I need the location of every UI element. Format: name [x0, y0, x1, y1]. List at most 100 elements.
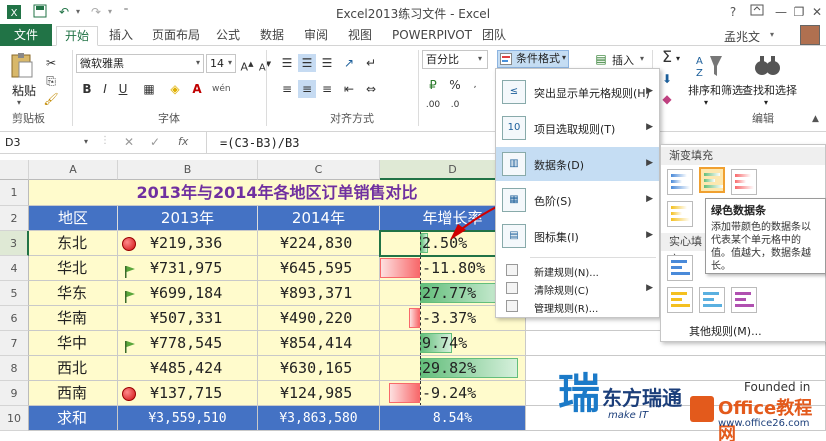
region-cell[interactable]: 西北 — [29, 356, 118, 381]
paste-button[interactable]: 粘贴 — [12, 82, 36, 99]
row-header[interactable]: 8 — [0, 356, 29, 381]
align-bottom-icon[interactable]: ☰ — [318, 54, 336, 72]
row-header[interactable]: 9 — [0, 381, 29, 406]
align-left-icon[interactable]: ≡ — [278, 80, 296, 98]
copy-icon[interactable]: ⎘ — [42, 72, 60, 90]
region-cell[interactable]: 东北 — [29, 231, 118, 256]
menu-item-data-bars[interactable]: ▥ 数据条(D) ▶ — [496, 147, 659, 181]
accounting-format-icon[interactable]: ₽ — [424, 76, 442, 94]
cut-icon[interactable]: ✂ — [42, 54, 60, 72]
region-cell[interactable]: 华中 — [29, 331, 118, 356]
row-header[interactable]: 6 — [0, 306, 29, 331]
growth-cell[interactable]: 9.74% — [380, 331, 526, 356]
tab-page-layout[interactable]: 页面布局 — [144, 26, 208, 46]
total-2014[interactable]: ¥3,863,580 — [258, 406, 380, 431]
menu-item-highlight-rules[interactable]: ≤ 突出显示单元格规则(H) ▶ — [496, 75, 659, 109]
tab-file[interactable]: 文件 — [0, 24, 53, 46]
conditional-format-dropdown-icon[interactable]: ▾ — [562, 53, 566, 62]
percent-style-button[interactable]: % — [446, 76, 464, 94]
name-box-dropdown-icon[interactable]: ▾ — [84, 137, 88, 146]
header-cell[interactable]: 地区 — [29, 206, 118, 231]
sales-2013-cell[interactable]: ¥699,184 — [118, 281, 258, 306]
merge-center-icon[interactable]: ⇔ — [362, 80, 380, 98]
total-label[interactable]: 求和 — [29, 406, 118, 431]
font-size-dropdown-icon[interactable]: ▾ — [228, 58, 232, 67]
underline-button[interactable]: U — [114, 80, 132, 98]
formula-input[interactable]: =(C3-B3)/B3 — [220, 136, 299, 150]
more-rules-item[interactable]: 其他规则(M)... — [689, 323, 762, 339]
name-box[interactable]: D3 — [2, 134, 94, 153]
solid-orange-data-bar-option[interactable] — [667, 287, 693, 313]
menu-item-clear-rules[interactable]: 清除规则(C) ▶ — [496, 279, 659, 297]
insert-cells-icon[interactable]: ▤ — [592, 50, 610, 68]
decrease-decimal-icon[interactable]: .0 — [446, 96, 464, 114]
user-name[interactable]: 孟兆文 — [724, 28, 760, 45]
fill-icon[interactable]: ⬇ — [658, 70, 676, 88]
fill-color-icon[interactable]: ◈ — [166, 80, 184, 98]
menu-item-top-bottom-rules[interactable]: 10 项目选取规则(T) ▶ — [496, 111, 659, 145]
region-cell[interactable]: 华北 — [29, 256, 118, 281]
wrap-text-icon[interactable]: ↵ — [362, 54, 380, 72]
autosum-dropdown-icon[interactable]: ▾ — [676, 54, 680, 63]
avatar[interactable] — [800, 25, 820, 45]
tab-review[interactable]: 审阅 — [296, 26, 336, 46]
region-cell[interactable]: 西南 — [29, 381, 118, 406]
sales-2013-cell[interactable]: ¥137,715 — [118, 381, 258, 406]
row-header[interactable]: 7 — [0, 331, 29, 356]
sales-2014-cell[interactable]: ¥893,371 — [258, 281, 380, 306]
green-data-bar-option[interactable] — [699, 167, 725, 193]
bold-button[interactable]: B — [78, 80, 96, 98]
row-header[interactable]: 5 — [0, 281, 29, 306]
sales-2014-cell[interactable]: ¥630,165 — [258, 356, 380, 381]
menu-item-new-rule[interactable]: 新建规则(N)... — [496, 261, 659, 279]
sales-2014-cell[interactable]: ¥490,220 — [258, 306, 380, 331]
align-right-icon[interactable]: ≡ — [318, 80, 336, 98]
decrease-font-icon[interactable]: A▼ — [256, 55, 274, 73]
paste-icon[interactable] — [10, 52, 34, 80]
align-middle-icon[interactable]: ☰ — [298, 54, 316, 72]
solid-blue-data-bar-option[interactable] — [667, 255, 693, 281]
increase-font-icon[interactable]: A▲ — [238, 55, 256, 74]
tab-formulas[interactable]: 公式 — [208, 26, 248, 46]
sales-2014-cell[interactable]: ¥854,414 — [258, 331, 380, 356]
row-header[interactable]: 3 — [0, 231, 29, 256]
solid-light-blue-data-bar-option[interactable] — [699, 287, 725, 313]
font-color-icon[interactable]: A — [188, 80, 206, 98]
indent-icon[interactable]: ⇤ — [340, 80, 358, 98]
tab-insert[interactable]: 插入 — [101, 26, 141, 46]
sales-2013-cell[interactable]: ¥485,424 — [118, 356, 258, 381]
solid-purple-data-bar-option[interactable] — [731, 287, 757, 313]
ribbon-display-icon[interactable] — [748, 3, 766, 21]
header-cell[interactable]: 2013年 — [118, 206, 258, 231]
select-all-corner[interactable] — [0, 160, 29, 180]
tab-data[interactable]: 数据 — [252, 26, 292, 46]
enter-icon[interactable]: ✓ — [150, 135, 160, 149]
growth-cell[interactable]: -9.24% — [380, 381, 526, 406]
font-name-select[interactable]: 微软雅黑 — [76, 54, 204, 73]
clear-icon[interactable]: ◆ — [658, 90, 676, 108]
sales-2014-cell[interactable]: ¥224,830 — [258, 231, 380, 256]
total-2013[interactable]: ¥3,559,510 — [118, 406, 258, 431]
menu-item-manage-rules[interactable]: 管理规则(R)... — [496, 297, 659, 315]
italic-button[interactable]: I — [96, 80, 114, 98]
red-data-bar-option[interactable] — [731, 169, 757, 195]
sales-2013-cell[interactable]: ¥507,331 — [118, 306, 258, 331]
format-painter-icon[interactable]: 🖌 — [42, 90, 60, 108]
phonetic-icon[interactable]: wén — [212, 80, 231, 98]
column-header[interactable]: B — [118, 160, 258, 180]
sales-2014-cell[interactable]: ¥124,985 — [258, 381, 380, 406]
tab-view[interactable]: 视图 — [340, 26, 380, 46]
find-select-button[interactable]: 查找和选择 — [742, 82, 797, 98]
column-header[interactable]: A — [29, 160, 118, 180]
sales-2013-cell[interactable]: ¥219,336 — [118, 231, 258, 256]
sort-filter-dropdown-icon[interactable]: ▾ — [704, 98, 708, 107]
menu-item-color-scales[interactable]: ▦ 色阶(S) ▶ — [496, 183, 659, 217]
restore-button[interactable]: ❐ — [790, 3, 808, 21]
sales-2014-cell[interactable]: ¥645,595 — [258, 256, 380, 281]
region-cell[interactable]: 华南 — [29, 306, 118, 331]
growth-cell[interactable]: 29.82% — [380, 356, 526, 381]
borders-icon[interactable]: ▦ — [140, 80, 158, 98]
find-select-dropdown-icon[interactable]: ▾ — [764, 98, 768, 107]
comma-style-icon[interactable]: , — [466, 76, 484, 94]
column-header[interactable]: C — [258, 160, 380, 180]
